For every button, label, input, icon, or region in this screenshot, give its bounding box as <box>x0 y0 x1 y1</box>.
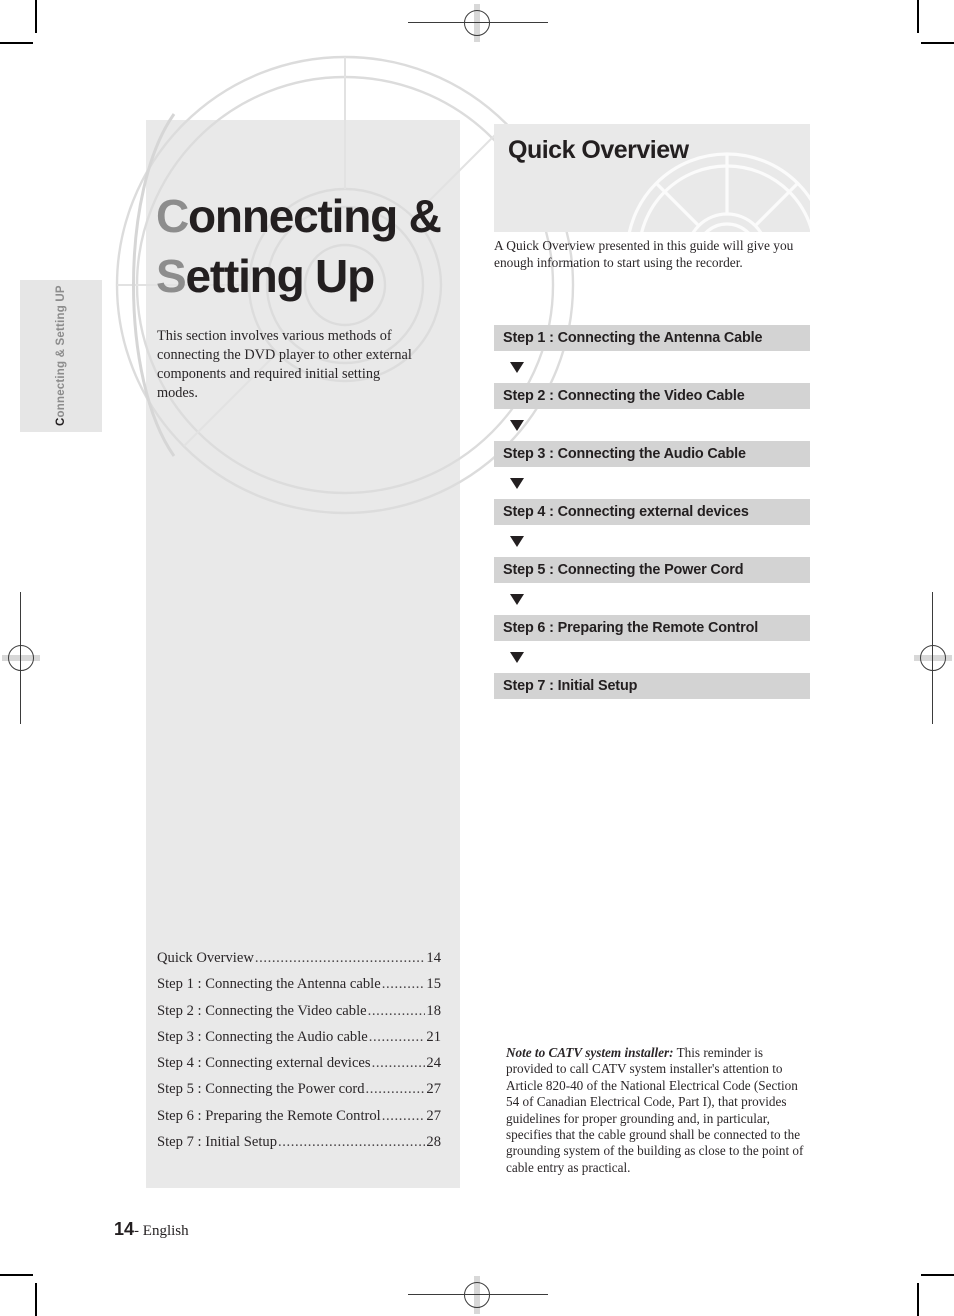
toc-entry-page: 27 <box>426 1107 441 1124</box>
chevron-down-icon <box>510 477 524 489</box>
quick-overview-title: Quick Overview <box>508 136 689 164</box>
quick-overview-step-flow: Step 1 : Connecting the Antenna Cable St… <box>494 325 810 699</box>
chevron-down-icon <box>510 593 524 605</box>
toc-entry[interactable]: Step 2 : Connecting the Video cable ....… <box>157 998 441 1024</box>
registration-mark-left <box>2 592 40 724</box>
registration-mark-top <box>408 4 548 42</box>
toc-entry-label: Step 3 : Connecting the Audio cable <box>157 1028 368 1045</box>
toc-leader-dots: ........................................… <box>367 1002 426 1019</box>
crop-mark-top-right-vertical <box>917 0 919 33</box>
chevron-down-icon <box>510 651 524 663</box>
step-bar-1[interactable]: Step 1 : Connecting the Antenna Cable <box>494 325 810 351</box>
crop-mark-top-left-horizontal <box>0 42 33 44</box>
toc-entry-page: 18 <box>426 1002 441 1019</box>
toc-leader-dots: ........................................… <box>368 1028 426 1045</box>
toc-entry[interactable]: Quick Overview .........................… <box>157 945 441 971</box>
toc-entry-page: 21 <box>426 1028 441 1045</box>
toc-leader-dots: ........................................… <box>371 1055 426 1072</box>
step-bar-6[interactable]: Step 6 : Preparing the Remote Control <box>494 615 810 641</box>
step-bar-4[interactable]: Step 4 : Connecting external devices <box>494 499 810 525</box>
toc-entry[interactable]: Step 7 : Initial Setup .................… <box>157 1129 441 1155</box>
toc-leader-dots: ........................................… <box>365 1081 426 1098</box>
step-arrow-4-to-5 <box>494 525 810 557</box>
toc-entry-page: 15 <box>426 976 441 993</box>
chapter-title: Connecting & Setting Up <box>156 186 456 306</box>
page-language-label: - English <box>134 1223 189 1239</box>
step-bar-5[interactable]: Step 5 : Connecting the Power Cord <box>494 557 810 583</box>
toc-leader-dots: ........................................… <box>278 1134 425 1151</box>
toc-leader-dots: ........................................… <box>381 976 426 993</box>
page-number: 14 <box>114 1219 135 1239</box>
catv-note-lead: Note to CATV system installer: <box>506 1045 674 1060</box>
toc-entry-label: Step 1 : Connecting the Antenna cable <box>157 976 381 993</box>
catv-installer-note: Note to CATV system installer: This remi… <box>506 1045 808 1176</box>
step-arrow-5-to-6 <box>494 583 810 615</box>
toc-entry-label: Step 6 : Preparing the Remote Control <box>157 1107 381 1124</box>
side-tab-lead-letter: C <box>55 417 67 426</box>
crop-mark-bottom-right-horizontal <box>921 1274 954 1276</box>
chevron-down-icon <box>510 419 524 431</box>
toc-entry[interactable]: Step 5 : Connecting the Power cord .....… <box>157 1076 441 1102</box>
chapter-side-tab: Connecting & Setting UP <box>20 280 102 432</box>
step-bar-3[interactable]: Step 3 : Connecting the Audio Cable <box>494 441 810 467</box>
registration-mark-bottom <box>408 1276 548 1314</box>
step-bar-2[interactable]: Step 2 : Connecting the Video Cable <box>494 383 810 409</box>
toc-entry[interactable]: Step 3 : Connecting the Audio cable ....… <box>157 1024 441 1050</box>
crop-mark-bottom-right-vertical <box>917 1283 919 1316</box>
chapter-title-line-2-cap: S <box>156 250 187 302</box>
toc-entry-label: Step 2 : Connecting the Video cable <box>157 1002 367 1019</box>
page-footer: 14- English <box>114 1219 189 1240</box>
toc-entry-label: Step 7 : Initial Setup <box>157 1134 277 1151</box>
side-tab-rest: onnecting & Setting UP <box>55 285 67 418</box>
chapter-title-line-2-rest: etting Up <box>185 250 375 302</box>
quick-overview-description: A Quick Overview presented in this guide… <box>494 238 794 270</box>
chevron-down-icon <box>510 535 524 547</box>
chapter-title-line-1-cap: C <box>156 190 189 242</box>
registration-mark-right <box>914 592 952 724</box>
toc-entry-page: 24 <box>426 1055 441 1072</box>
crop-mark-top-left-vertical <box>35 0 37 33</box>
quick-overview-header-block: Quick Overview <box>494 124 810 232</box>
step-arrow-6-to-7 <box>494 641 810 673</box>
crop-mark-bottom-left-vertical <box>35 1283 37 1316</box>
toc-entry-page: 14 <box>426 950 441 966</box>
catv-note-body: This reminder is provided to call CATV s… <box>506 1045 804 1175</box>
toc-entry-label: Quick Overview <box>157 950 254 966</box>
step-arrow-1-to-2 <box>494 351 810 383</box>
chapter-title-line-2: Setting Up <box>156 246 456 306</box>
chapter-title-line-1-rest: onnecting & <box>188 190 442 242</box>
step-arrow-3-to-4 <box>494 467 810 499</box>
chapter-title-line-1: Connecting & <box>156 186 456 246</box>
chapter-intro-text: This section involves various methods of… <box>157 328 412 401</box>
toc-entry-label: Step 4 : Connecting external devices <box>157 1055 371 1072</box>
toc-leader-dots: ........................................… <box>254 950 426 966</box>
crop-mark-bottom-left-horizontal <box>0 1274 33 1276</box>
toc-entry-page: 28 <box>426 1134 441 1151</box>
step-bar-7[interactable]: Step 7 : Initial Setup <box>494 673 810 699</box>
toc-entry-page: 27 <box>426 1081 441 1098</box>
toc-entry-label: Step 5 : Connecting the Power cord <box>157 1081 365 1098</box>
toc-entry[interactable]: Step 6 : Preparing the Remote Control ..… <box>157 1103 441 1129</box>
chapter-side-tab-label: Connecting & Setting UP <box>20 280 102 432</box>
chevron-down-icon <box>510 361 524 373</box>
table-of-contents: Quick Overview .........................… <box>157 945 441 1155</box>
toc-entry[interactable]: Step 4 : Connecting external devices ...… <box>157 1050 441 1076</box>
toc-leader-dots: ........................................… <box>381 1107 426 1124</box>
toc-entry[interactable]: Step 1 : Connecting the Antenna cable ..… <box>157 971 441 997</box>
step-arrow-2-to-3 <box>494 409 810 441</box>
crop-mark-top-right-horizontal <box>921 42 954 44</box>
